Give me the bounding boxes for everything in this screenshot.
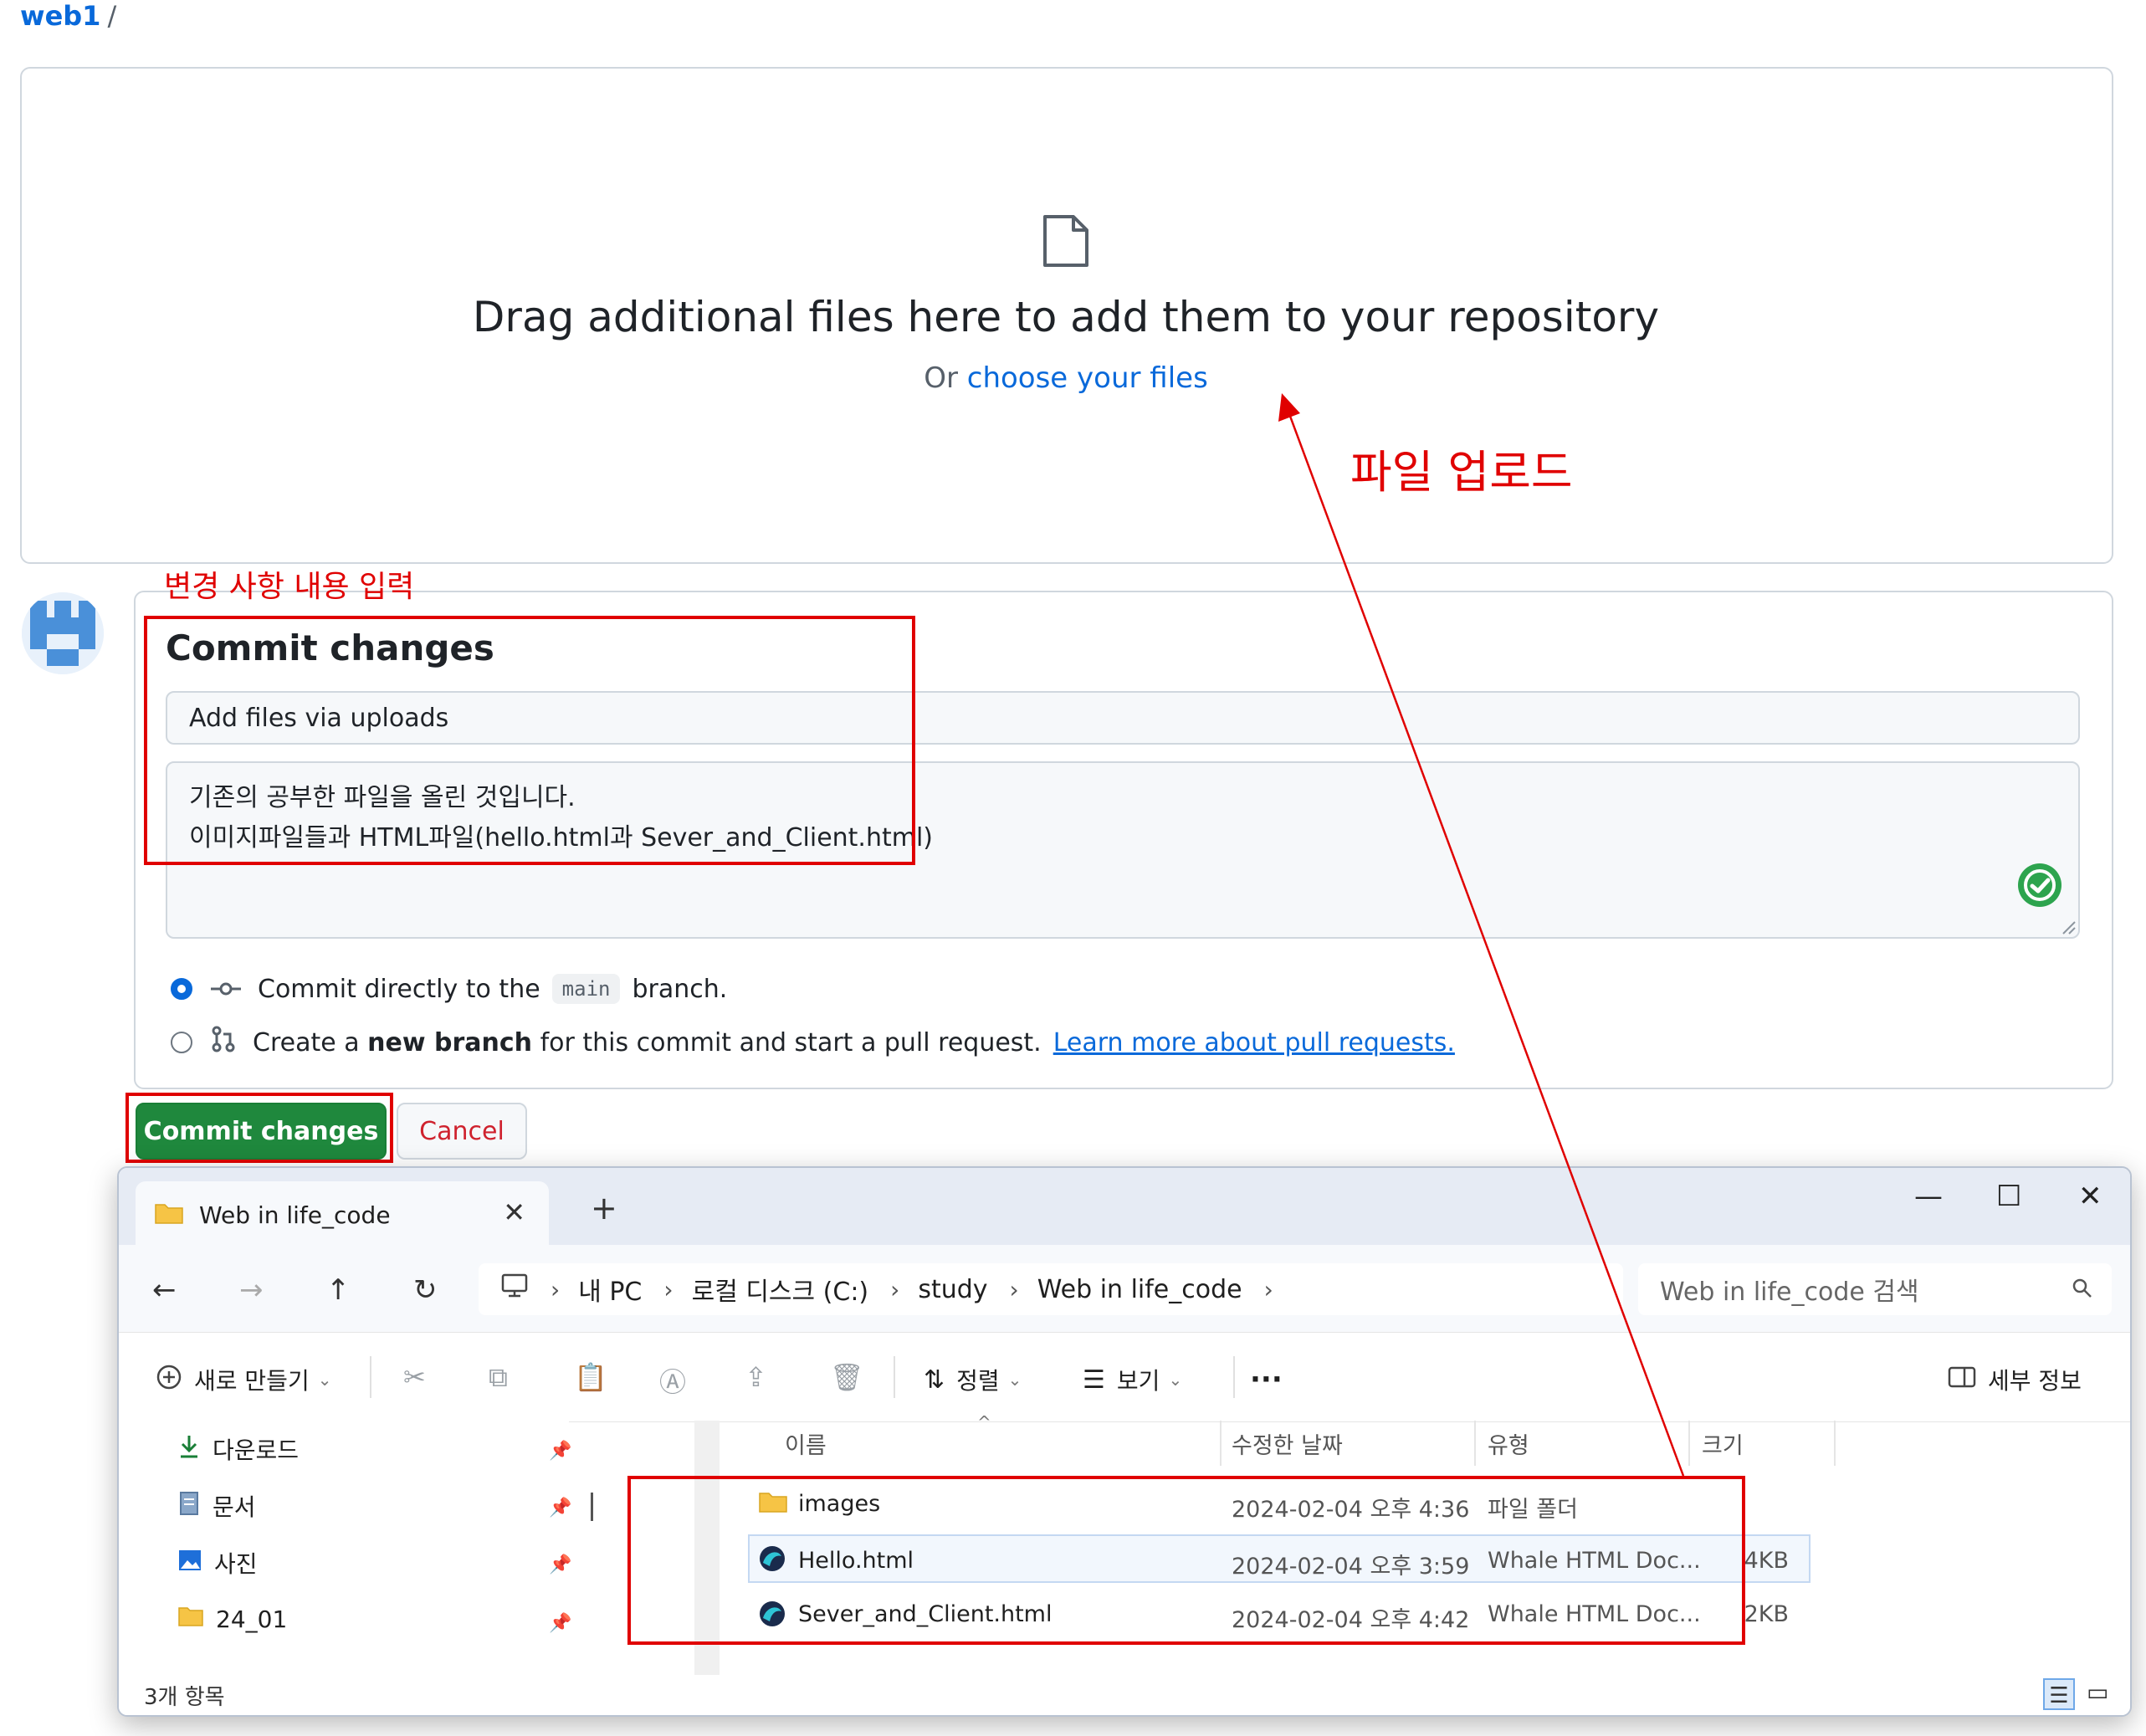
annotation-arrow [1278, 393, 1685, 1477]
